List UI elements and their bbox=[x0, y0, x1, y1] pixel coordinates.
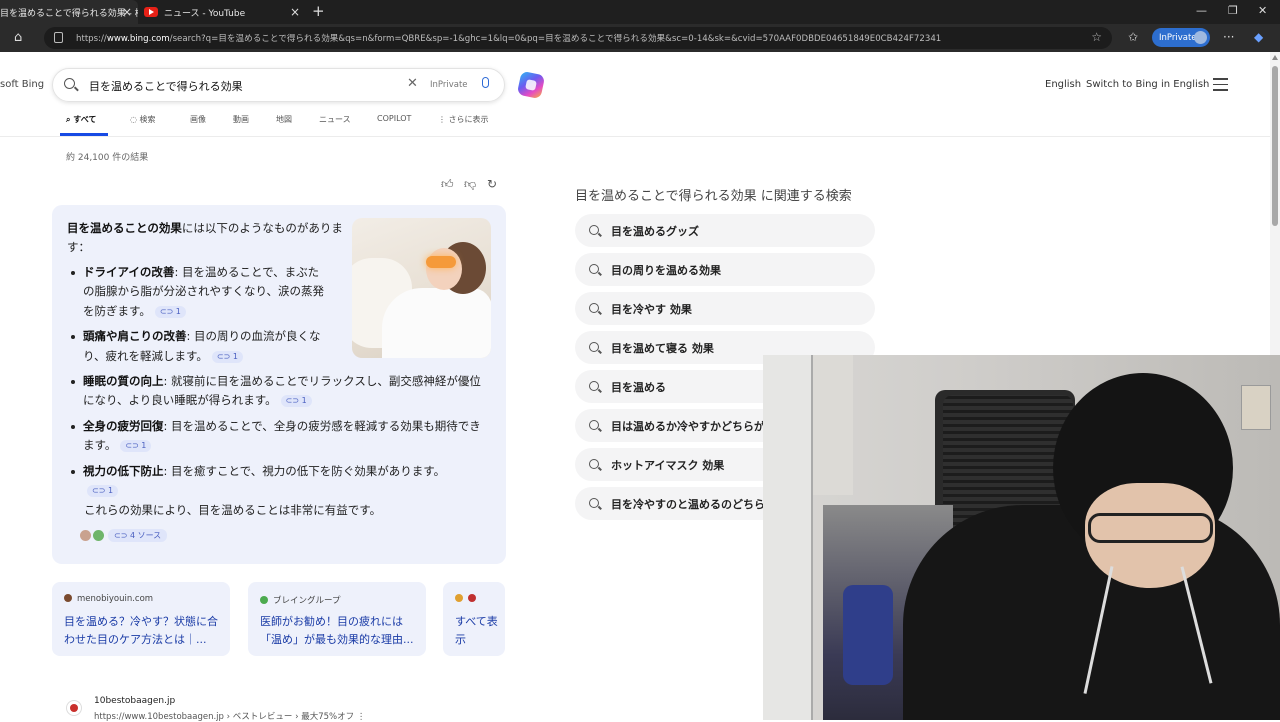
divider bbox=[0, 136, 1270, 137]
result-url[interactable]: https://www.10bestobaagen.jp › ベストレビュー ›… bbox=[94, 710, 365, 722]
clear-icon[interactable]: ✕ bbox=[407, 76, 418, 91]
copilot-icon[interactable] bbox=[516, 70, 546, 100]
tab-title: 目を温めることで得られる効果 - 検索 bbox=[0, 8, 138, 19]
youtube-icon bbox=[144, 7, 158, 17]
close-icon[interactable]: × bbox=[290, 5, 300, 19]
tab-news[interactable]: ニュース bbox=[319, 114, 351, 125]
sources-label[interactable]: ⊂⊃ 4 ソース bbox=[108, 528, 168, 542]
bag-shape bbox=[1241, 385, 1271, 430]
citation-badge[interactable]: ⊂⊃ 1 bbox=[120, 440, 152, 453]
tab-videos[interactable]: 動画 bbox=[233, 114, 249, 125]
related-search-item[interactable]: 目を温めるグッズ bbox=[575, 214, 875, 247]
tab-search[interactable]: ◌ 検索 bbox=[130, 114, 156, 125]
english-link[interactable]: English bbox=[1045, 79, 1081, 90]
thumbs-up-icon[interactable]: 👍︎ bbox=[441, 177, 454, 192]
restore-icon[interactable]: ❐ bbox=[1228, 4, 1238, 17]
inprivate-badge[interactable]: InPrivate bbox=[1152, 28, 1210, 47]
source-favicon bbox=[80, 529, 91, 541]
related-searches-title: 目を温めることで得られる効果 に関連する検索 bbox=[575, 189, 852, 204]
bing-logo-text[interactable]: soft Bing bbox=[0, 79, 44, 90]
citation-badge[interactable]: ⊂⊃ 1 bbox=[280, 395, 312, 408]
citation-badge[interactable]: ⊂⊃ 1 bbox=[87, 485, 119, 498]
search-icon bbox=[589, 342, 599, 352]
scroll-up-icon[interactable] bbox=[1272, 55, 1278, 60]
scrollbar-thumb[interactable] bbox=[1272, 66, 1278, 226]
search-icon bbox=[589, 459, 599, 469]
tab-title: ニュース - YouTube bbox=[164, 8, 246, 19]
search-box[interactable]: 目を温めることで得られる効果 ✕ InPrivate bbox=[52, 68, 505, 102]
window-close-icon[interactable]: ✕ bbox=[1258, 4, 1267, 17]
more-icon[interactable]: ··· bbox=[1223, 30, 1234, 44]
tab-youtube[interactable]: ニュース - YouTube × bbox=[140, 0, 306, 24]
inprivate-tag: InPrivate bbox=[430, 80, 468, 90]
avatar bbox=[1194, 31, 1207, 44]
search-icon bbox=[64, 78, 75, 89]
source-domain: menobiyouin.com bbox=[64, 594, 153, 604]
list-item: 頭痛や肩こりの改善: 目の周りの血流が良くなり、疲れを軽減します。 ⊂⊃ 1 bbox=[67, 327, 327, 366]
source-card[interactable]: menobiyouin.com 目を温める？冷やす？状態に合わせた目のケア方法と… bbox=[52, 582, 230, 656]
source-card[interactable]: ブレイングループ 医師がお勧め！目の疲れには「温め」が最も効果的な理由... bbox=[248, 582, 426, 656]
answer-list: ドライアイの改善: 目を温めることで、まぶたの脂腺から脂が分泌されやすくなり、涙… bbox=[67, 263, 487, 506]
tab-copilot[interactable]: COPILOT bbox=[377, 114, 411, 123]
search-icon bbox=[589, 264, 599, 274]
source-title[interactable]: 目を温める？冷やす？状態に合わせた目のケア方法とは｜... bbox=[64, 613, 224, 649]
related-search-item[interactable]: 目を冷やす 効果 bbox=[575, 292, 875, 325]
copilot-answer-card: 目を温めることの効果には以下のようなものがあります： ドライアイの改善: 目を温… bbox=[52, 205, 506, 564]
search-icon bbox=[589, 225, 599, 235]
list-item: ドライアイの改善: 目を温めることで、まぶたの脂腺から脂が分泌されやすくなり、涙… bbox=[67, 263, 327, 321]
home-icon[interactable]: ⌂ bbox=[14, 30, 22, 45]
tab-images[interactable]: 画像 bbox=[190, 114, 206, 125]
source-title[interactable]: 医師がお勧め！目の疲れには「温め」が最も効果的な理由... bbox=[260, 613, 420, 649]
search-icon bbox=[589, 381, 599, 391]
search-icon bbox=[589, 303, 599, 313]
source-favicon bbox=[93, 529, 104, 541]
result-site[interactable]: 10bestobaagen.jp bbox=[94, 696, 175, 706]
result-count: 約 24,100 件の結果 bbox=[66, 153, 149, 163]
sources-row[interactable]: ⊂⊃ 4 ソース bbox=[80, 528, 168, 542]
site-favicon-icon bbox=[66, 700, 82, 716]
new-tab-icon[interactable]: + bbox=[312, 2, 325, 20]
show-all-card[interactable]: すべて表示 bbox=[443, 582, 505, 656]
webcam-overlay bbox=[763, 355, 1280, 720]
list-item: 睡眠の質の向上: 就寝前に目を温めることでリラックスし、副交感神経が優位になり、… bbox=[67, 372, 487, 411]
inprivate-label: InPrivate bbox=[1159, 33, 1197, 43]
source-favicons bbox=[455, 594, 481, 604]
lock-icon[interactable] bbox=[54, 32, 63, 43]
tab-all[interactable]: ⌕ すべて bbox=[66, 114, 96, 125]
list-item: 全身の疲労回復: 目を温めることで、全身の疲労感を軽減する効果も期待できます。 ⊂… bbox=[67, 417, 487, 456]
thumbs-down-icon[interactable]: 👎︎ bbox=[464, 177, 476, 192]
favorites-icon[interactable]: ✩ bbox=[1128, 30, 1138, 44]
citation-badge[interactable]: ⊂⊃ 1 bbox=[211, 350, 243, 363]
address-bar[interactable]: https://www.bing.com/search?q=目を温めることで得ら… bbox=[44, 27, 1112, 49]
search-input[interactable]: 目を温めることで得られる効果 bbox=[89, 78, 243, 94]
source-domain: ブレイングループ bbox=[260, 594, 341, 606]
answer-intro: 目を温めることの効果には以下のようなものがあります： bbox=[67, 221, 343, 254]
answer-conclusion: これらの効果により、目を温めることは非常に有益です。 bbox=[84, 503, 382, 517]
tab-more[interactable]: ⋮ さらに表示 bbox=[438, 114, 489, 125]
favorite-star-icon[interactable]: ☆ bbox=[1091, 30, 1102, 44]
tab-bing-search[interactable]: 目を温めることで得られる効果 - 検索 × bbox=[0, 0, 138, 24]
show-all-label[interactable]: すべて表示 bbox=[455, 613, 499, 649]
related-search-item[interactable]: 目の周りを温める効果 bbox=[575, 253, 875, 286]
browser-tab-bar: 目を温めることで得られる効果 - 検索 × ニュース - YouTube × +… bbox=[0, 0, 1280, 24]
microphone-icon[interactable] bbox=[482, 77, 489, 88]
citation-badge[interactable]: ⊂⊃ 1 bbox=[154, 305, 186, 318]
list-item: 視力の低下防止: 目を癒すことで、視力の低下を防ぐ効果があります。 ⊂⊃ 1 bbox=[67, 462, 487, 501]
minimize-icon[interactable]: — bbox=[1196, 4, 1207, 17]
search-icon bbox=[589, 498, 599, 508]
switch-language-link[interactable]: Switch to Bing in English bbox=[1086, 79, 1209, 90]
tab-maps[interactable]: 地図 bbox=[276, 114, 292, 125]
url-text[interactable]: https://www.bing.com/search?q=目を温めることで得ら… bbox=[76, 32, 941, 44]
copilot-sidebar-icon[interactable]: ◆ bbox=[1254, 30, 1263, 44]
refresh-icon[interactable]: ↻ bbox=[487, 177, 497, 191]
close-icon[interactable]: × bbox=[122, 5, 132, 19]
search-icon bbox=[589, 420, 599, 430]
hamburger-menu-icon[interactable] bbox=[1213, 78, 1228, 95]
